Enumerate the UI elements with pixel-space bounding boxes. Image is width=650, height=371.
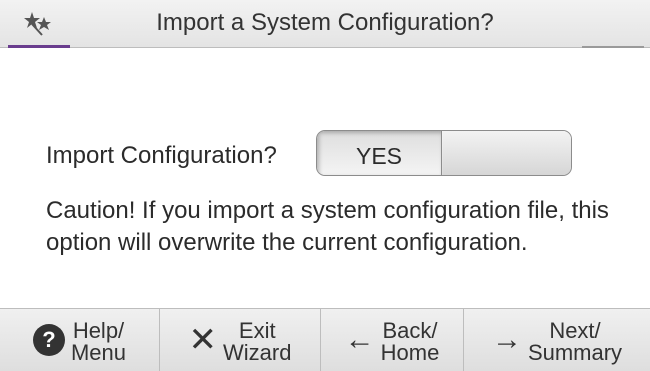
back-home-button[interactable]: ← Back/ Home bbox=[321, 309, 464, 371]
question-icon: ? bbox=[32, 324, 65, 356]
exit-label-line1: Exit bbox=[238, 318, 276, 343]
close-icon: ✕ bbox=[188, 321, 218, 359]
toggle-yes-option[interactable]: YES bbox=[317, 131, 442, 175]
import-configuration-label: Import Configuration? bbox=[46, 142, 277, 169]
back-label-line1: Back/ bbox=[382, 318, 438, 343]
back-label-line2: Home bbox=[380, 340, 440, 365]
main-content: Import Configuration? YES Caution! If yo… bbox=[0, 48, 650, 308]
title-bar: Import a System Configuration? bbox=[0, 0, 650, 48]
next-label-line2: Summary bbox=[527, 340, 623, 365]
caution-text: Caution! If you import a system configur… bbox=[46, 197, 609, 256]
toggle-no-option[interactable] bbox=[443, 131, 571, 175]
import-toggle[interactable]: YES bbox=[316, 130, 572, 176]
help-label-line2: Menu bbox=[70, 340, 127, 365]
next-summary-button[interactable]: → Next/ Summary bbox=[464, 309, 650, 371]
help-label-line1: Help/ bbox=[72, 318, 125, 343]
help-menu-button[interactable]: ? Help/ Menu bbox=[0, 309, 160, 371]
next-label-line1: Next/ bbox=[549, 318, 601, 343]
arrow-right-icon: → bbox=[491, 323, 522, 356]
arrow-left-icon: ← bbox=[344, 323, 375, 356]
wizard-footer: ? Help/ Menu ✕ Exit Wizard ← Back/ Home … bbox=[0, 308, 650, 371]
page-title: Import a System Configuration? bbox=[156, 9, 494, 36]
exit-wizard-button[interactable]: ✕ Exit Wizard bbox=[160, 309, 321, 371]
exit-label-line2: Wizard bbox=[223, 340, 292, 365]
